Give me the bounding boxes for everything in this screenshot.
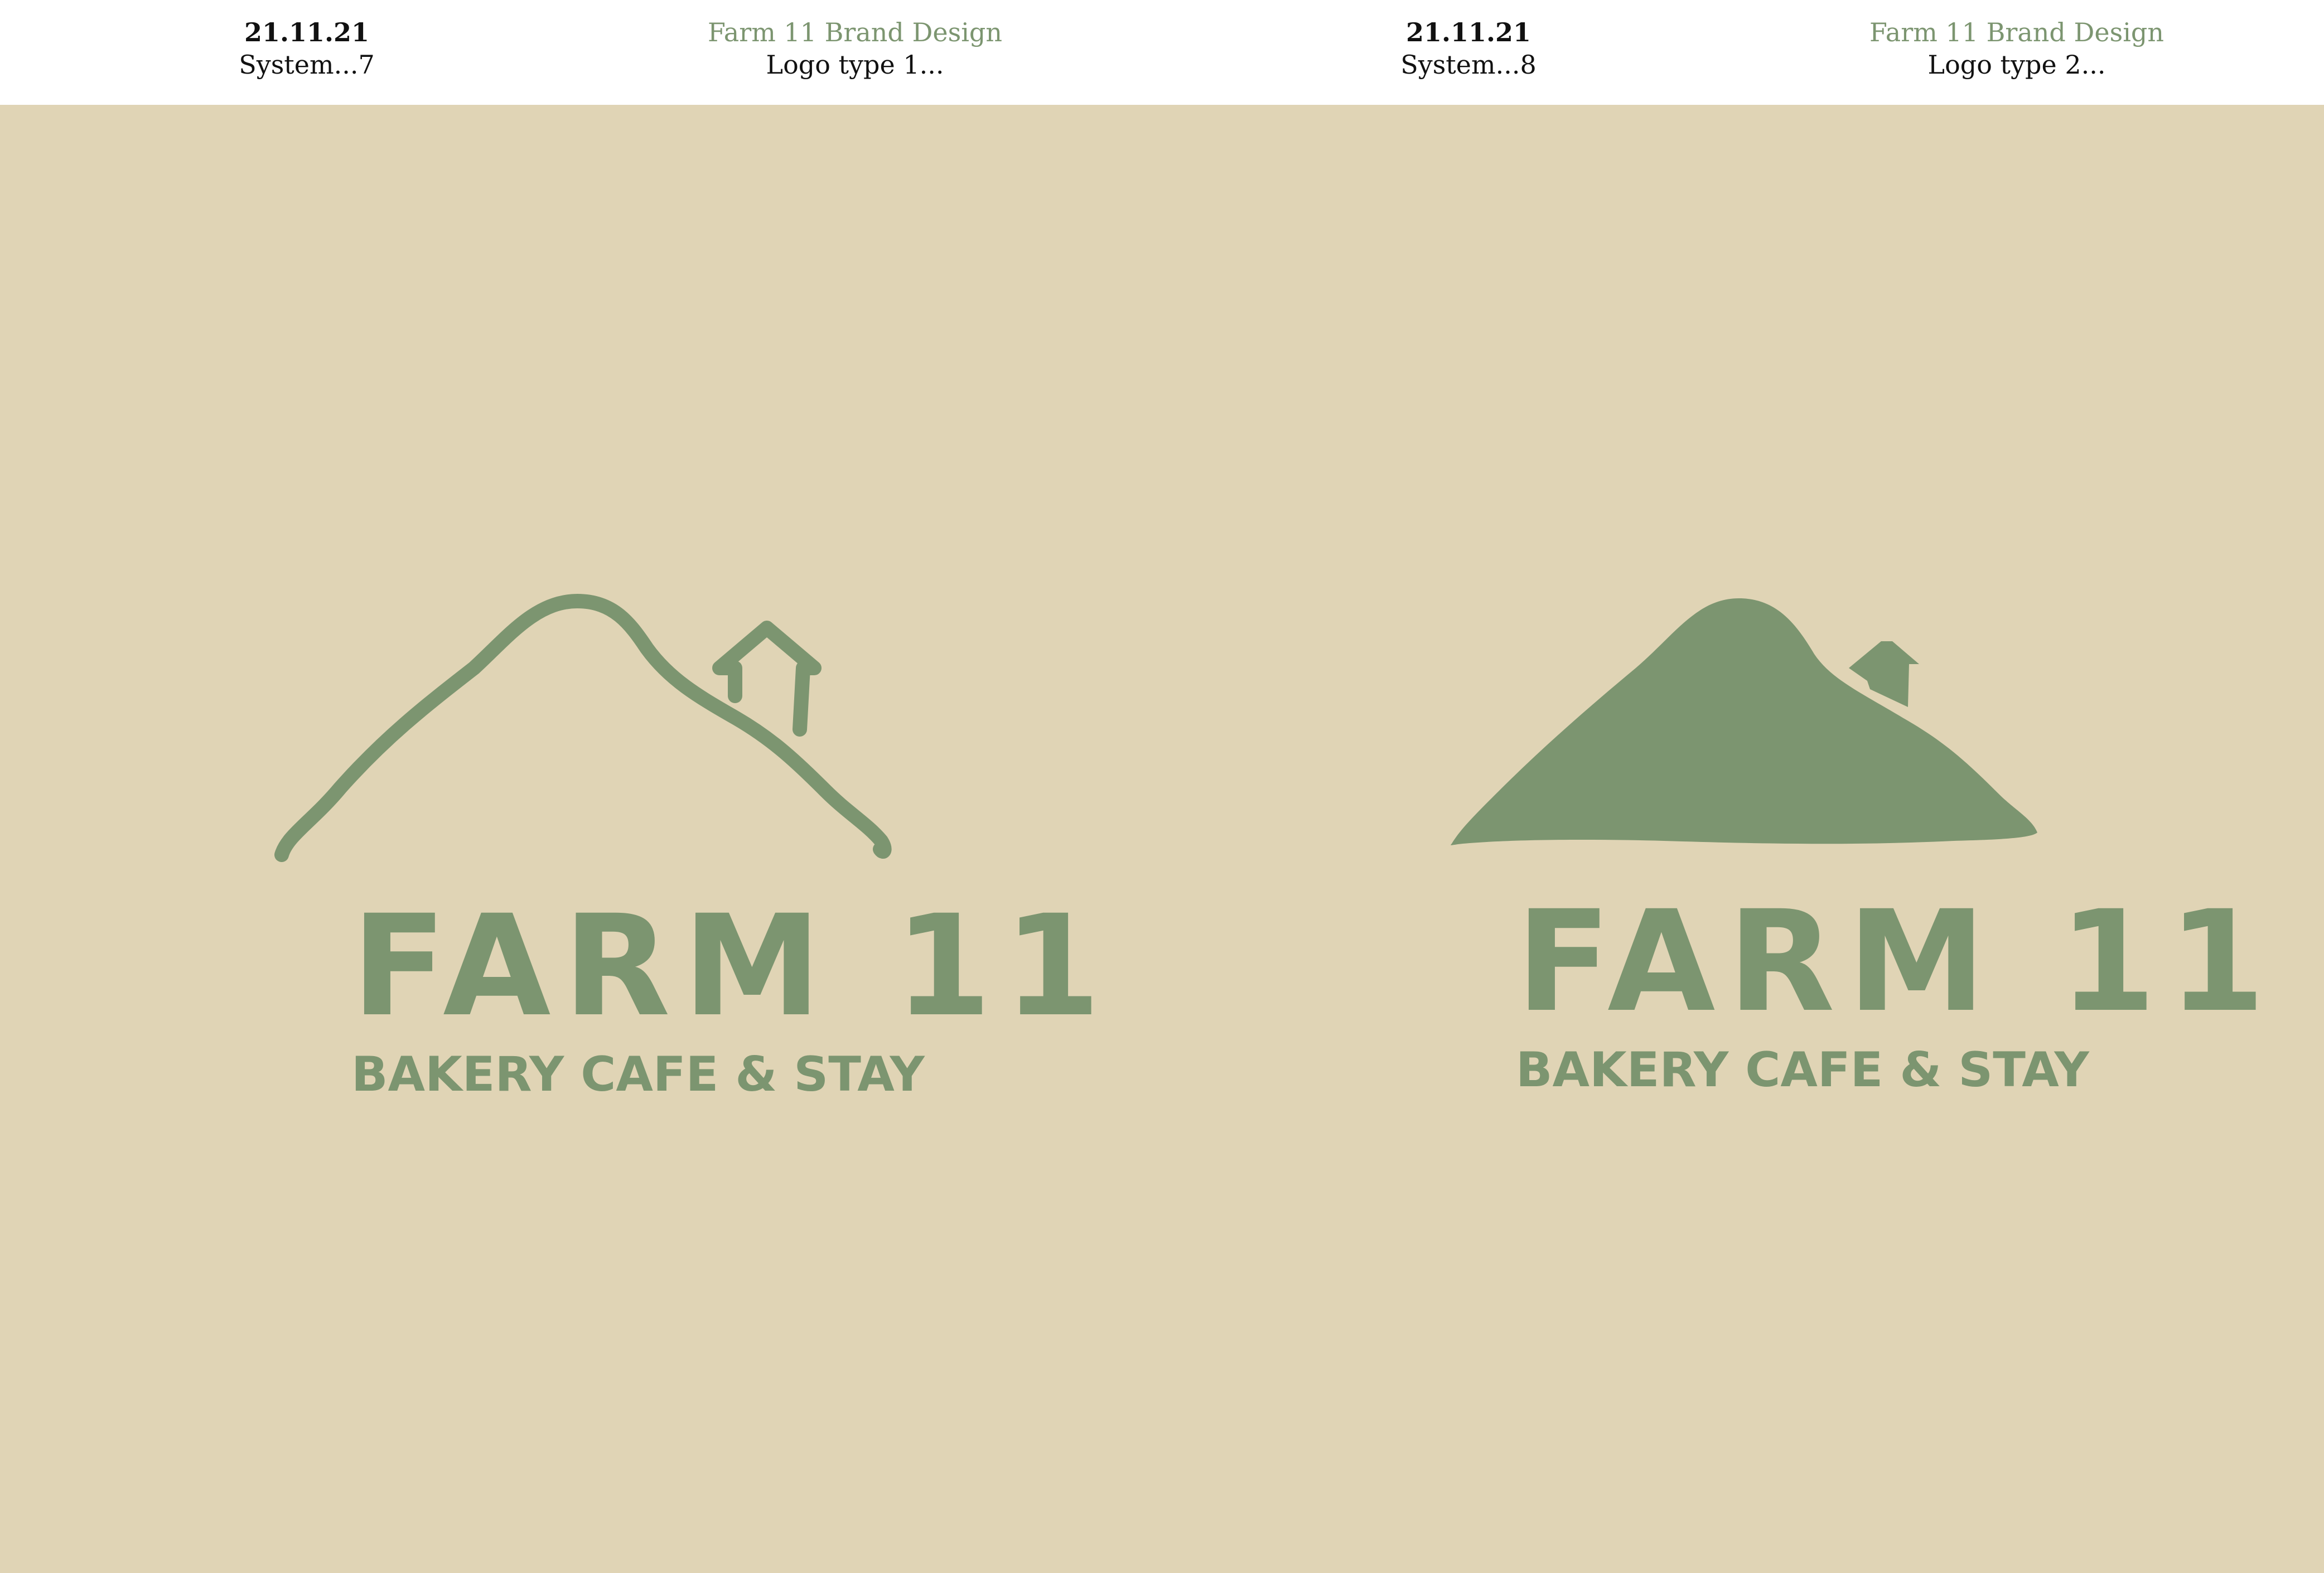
brand-title-2: FARM 11 — [1516, 880, 2278, 1043]
hill-house-outline-icon — [274, 594, 892, 862]
wordmark-filled: FARM 11 BAKERY CAFE & STAY — [1516, 880, 2278, 1098]
brand-subtitle-1: BAKERY CAFE & STAY — [351, 1047, 925, 1102]
header-cell-1: 21.11.21 System...7 — [112, 17, 502, 81]
logo-panel-filled: FARM 11 BAKERY CAFE & STAY — [1162, 105, 2323, 1573]
header-cell-4: Farm 11 Brand Design Logo type 2... — [1821, 17, 2212, 81]
header-bar: 21.11.21 System...7 Farm 11 Brand Design… — [0, 0, 2324, 105]
brand-title-1: FARM 11 — [351, 885, 1113, 1047]
logo-panel-outline: FARM 11 BAKERY CAFE & STAY — [0, 105, 1162, 1573]
header-system-1: System...7 — [239, 49, 375, 80]
header-logotype-1: Logo type 1... — [766, 49, 944, 80]
header-brand-2: Farm 11 Brand Design — [1869, 17, 2164, 47]
hill-house-filled-icon — [1451, 598, 2037, 845]
header-date-1: 21.11.21 — [244, 17, 370, 47]
header-brand-1: Farm 11 Brand Design — [707, 17, 1002, 47]
wordmark-outline: FARM 11 BAKERY CAFE & STAY — [351, 885, 1113, 1102]
header-logotype-2: Logo type 2... — [1927, 49, 2106, 80]
header-cell-2: Farm 11 Brand Design Logo type 1... — [660, 17, 1050, 81]
header-date-2: 21.11.21 — [1405, 17, 1531, 47]
brand-subtitle-2: BAKERY CAFE & STAY — [1516, 1042, 2089, 1098]
header-system-2: System...8 — [1400, 49, 1537, 80]
header-cell-3: 21.11.21 System...8 — [1273, 17, 1664, 81]
